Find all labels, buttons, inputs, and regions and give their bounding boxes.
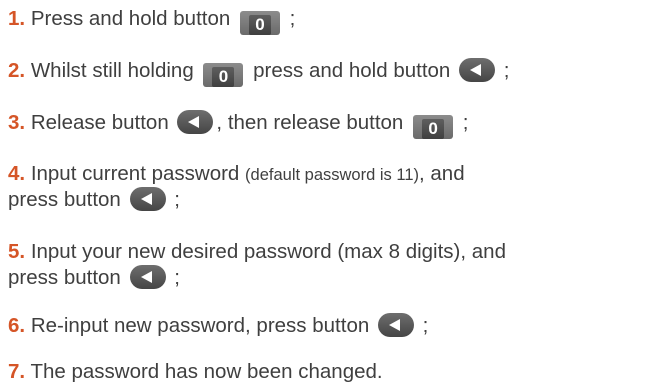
zero-key-icon: 0	[239, 11, 280, 35]
step-text: Release button	[30, 111, 169, 134]
zero-key-icon: 0	[413, 115, 454, 139]
step-2: 2. Whilst still holding 0 press and hold…	[8, 58, 509, 87]
step-text: Input current password	[30, 162, 240, 185]
step-5-line-2: press button ;	[8, 265, 180, 291]
step-number: 4.	[8, 162, 26, 185]
back-arrow-key-icon	[129, 265, 166, 289]
step-5: 5. Input your new desired password (max …	[8, 239, 506, 265]
step-text: press button	[8, 188, 121, 211]
step-6: 6. Re-input new password, press button ;	[8, 313, 428, 339]
step-text-end: ;	[503, 59, 510, 82]
zero-key-icon: 0	[203, 63, 244, 87]
step-text-end: ;	[174, 188, 180, 211]
step-number: 2.	[8, 59, 26, 82]
zero-key-label: 0	[212, 67, 235, 87]
step-1: 1. Press and hold button 0 ;	[8, 6, 295, 35]
step-text: press button	[8, 266, 121, 289]
step-3: 3. Release button , then release button …	[8, 110, 468, 139]
step-number: 6.	[8, 314, 26, 337]
step-text: press and hold button	[253, 59, 451, 82]
back-arrow-key-icon	[129, 187, 166, 211]
step-text-end: ;	[462, 111, 469, 134]
step-number: 7.	[8, 360, 26, 383]
step-note: (default password is 11)	[245, 166, 419, 184]
back-arrow-key-icon	[177, 110, 214, 134]
step-number: 1.	[8, 7, 26, 30]
step-text: Whilst still holding	[30, 59, 194, 82]
step-text-end: ;	[174, 266, 180, 289]
step-number: 5.	[8, 240, 26, 263]
step-text: , and	[419, 162, 465, 185]
step-text: Re-input new password, press button	[30, 314, 370, 337]
step-text: Input your new desired password (max 8 d…	[30, 240, 506, 263]
back-arrow-key-icon	[377, 313, 414, 337]
step-text: The password has now been changed.	[30, 360, 383, 383]
back-arrow-key-icon	[459, 58, 496, 82]
zero-key-label: 0	[248, 15, 271, 35]
step-number: 3.	[8, 111, 26, 134]
step-text-end: ;	[289, 7, 296, 30]
step-text-end: ;	[422, 314, 429, 337]
step-text: Press and hold button	[30, 7, 231, 30]
step-7: 7. The password has now been changed.	[8, 359, 383, 385]
zero-key-label: 0	[422, 119, 445, 139]
password-instructions: 1. Press and hold button 0 ; 2. Whilst s…	[0, 0, 646, 385]
step-4: 4. Input current password (default passw…	[8, 161, 465, 188]
step-4-line-2: press button ;	[8, 187, 180, 213]
step-text: , then release button	[216, 111, 404, 134]
